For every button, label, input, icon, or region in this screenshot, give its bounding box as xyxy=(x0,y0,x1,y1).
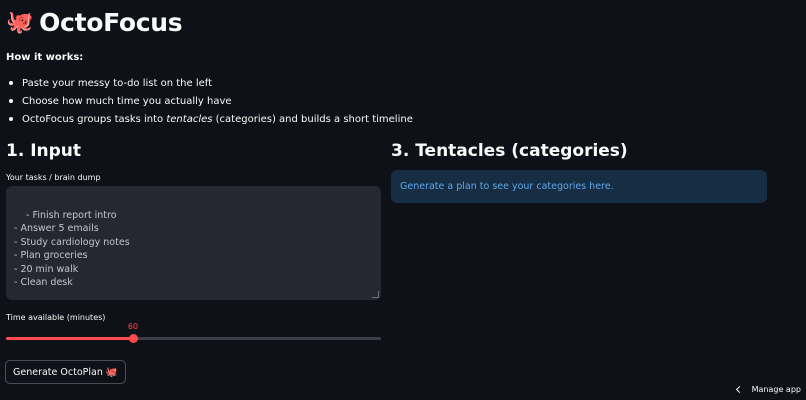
resize-handle-icon[interactable] xyxy=(372,291,379,298)
tasks-value: - Finish report intro - Answer 5 emails … xyxy=(14,209,130,289)
time-slider[interactable]: 60 xyxy=(6,322,381,343)
list-item: Choose how much time you actually have xyxy=(6,92,413,110)
tasks-label: Your tasks / brain dump xyxy=(6,173,101,182)
app-page: 🐙 OctoFocus How it works: Paste your mes… xyxy=(0,0,806,400)
how-it-works-heading: How it works: xyxy=(6,52,84,63)
generate-button-label: Generate OctoPlan xyxy=(13,366,103,378)
info-text: Generate a plan to see your categories h… xyxy=(400,181,614,192)
page-title: 🐙 OctoFocus xyxy=(6,8,183,37)
slider-fill xyxy=(6,337,133,340)
octopus-icon: 🐙 xyxy=(105,366,118,378)
chevron-left-icon xyxy=(735,385,743,394)
list-item: OctoFocus groups tasks into tentacles (c… xyxy=(6,110,413,128)
slider-thumb[interactable] xyxy=(129,334,138,343)
generate-button[interactable]: Generate OctoPlan 🐙 xyxy=(5,360,126,384)
time-label: Time available (minutes) xyxy=(6,313,106,322)
octopus-icon: 🐙 xyxy=(6,10,34,35)
slider-value: 60 xyxy=(127,322,139,331)
how-it-works-list: Paste your messy to-do list on the left … xyxy=(6,74,413,128)
tentacles-heading: 3. Tentacles (categories) xyxy=(391,141,628,161)
bullet-icon xyxy=(9,117,13,121)
bullet-icon xyxy=(9,99,13,103)
list-item: Paste your messy to-do list on the left xyxy=(6,74,413,92)
bullet-icon xyxy=(9,81,13,85)
categories-info-box: Generate a plan to see your categories h… xyxy=(391,170,767,203)
app-title: OctoFocus xyxy=(39,8,183,37)
manage-app-label: Manage app xyxy=(751,385,801,394)
manage-app-button[interactable]: Manage app xyxy=(735,385,801,394)
tasks-textarea[interactable]: - Finish report intro - Answer 5 emails … xyxy=(6,186,381,300)
input-heading: 1. Input xyxy=(6,141,82,161)
